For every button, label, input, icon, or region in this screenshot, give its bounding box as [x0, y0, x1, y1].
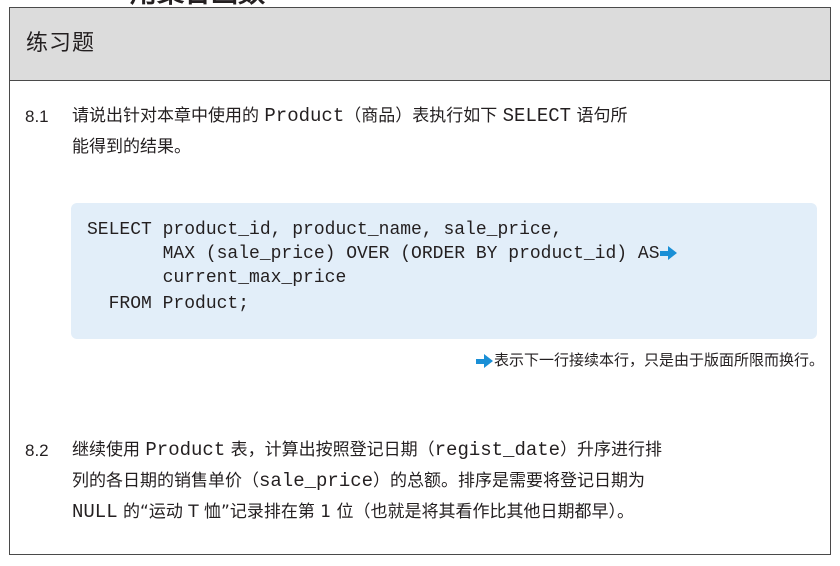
- q2-text-b: 表，计算出按照登记日期（: [225, 440, 435, 460]
- q2-text-c: ）升序进行排: [560, 440, 663, 460]
- q1-text-b: （商品）表执行如下: [344, 106, 503, 126]
- code-line-2-text: MAX (sale_price) OVER (ORDER BY product_…: [87, 244, 660, 264]
- question-8-1-line-2: 能得到的结果。: [72, 137, 191, 157]
- note-arrow-icon: [475, 351, 494, 369]
- note-text: 表示下一行接续本行，只是由于版面所限而换行。: [493, 351, 824, 369]
- q2-text-d: 列的各日期的销售单价（: [72, 471, 259, 491]
- q2-code-product: Product: [145, 439, 226, 461]
- q2-text-f: 的“运动 T 恤”记录排在第 1 位（也就是将其看作比其他日期都早）。: [117, 502, 634, 522]
- code-line-3: current_max_price: [87, 268, 347, 288]
- q2-text-a: 继续使用: [72, 440, 146, 460]
- q2-code-null: NULL: [72, 501, 118, 523]
- q1-text-c: 语句所: [571, 106, 628, 126]
- q2-text-e: ）的总额。排序是需要将登记日期为: [373, 471, 646, 491]
- code-line-1: SELECT product_id, product_name, sale_pr…: [87, 220, 563, 240]
- exercise-header: 练习题: [10, 8, 830, 81]
- question-8-2-text: 继续使用 Product 表，计算出按照登记日期（regist_date）升序进…: [72, 435, 822, 528]
- q2-code-regist-date: regist_date: [434, 439, 561, 461]
- question-8-1-line-1: 请说出针对本章中使用的 Product（商品）表执行如下 SELECT 语句所: [72, 101, 822, 132]
- continuation-arrow-icon: [659, 244, 678, 264]
- continuation-note: 表示下一行接续本行，只是由于版面所限而换行。: [475, 348, 824, 372]
- code-line-4: FROM Product;: [87, 294, 250, 314]
- q1-code-product: Product: [264, 105, 345, 127]
- exercise-title: 练习题: [26, 31, 96, 56]
- question-8-2-line-2: 列的各日期的销售单价（sale_price）的总额。排序是需要将登记日期为: [72, 466, 822, 497]
- question-8-1-text: 请说出针对本章中使用的 Product（商品）表执行如下 SELECT 语句所 …: [72, 101, 822, 163]
- question-number-8-1: 8.1: [25, 107, 49, 126]
- q1-code-select: SELECT: [502, 105, 572, 127]
- question-number-8-2: 8.2: [25, 441, 49, 460]
- question-8-2-line-3: NULL 的“运动 T 恤”记录排在第 1 位（也就是将其看作比其他日期都早）。: [72, 497, 822, 528]
- q2-code-sale-price: sale_price: [259, 470, 374, 492]
- q1-text-a: 请说出针对本章中使用的: [72, 106, 265, 126]
- code-line-2: MAX (sale_price) OVER (ORDER BY product_…: [87, 243, 678, 265]
- exercise-box: 练习题 8.1 请说出针对本章中使用的 Product（商品）表执行如下 SEL…: [9, 7, 831, 555]
- question-8-2-line-1: 继续使用 Product 表，计算出按照登记日期（regist_date）升序进…: [72, 435, 822, 466]
- sql-code-block: SELECT product_id, product_name, sale_pr…: [71, 203, 817, 339]
